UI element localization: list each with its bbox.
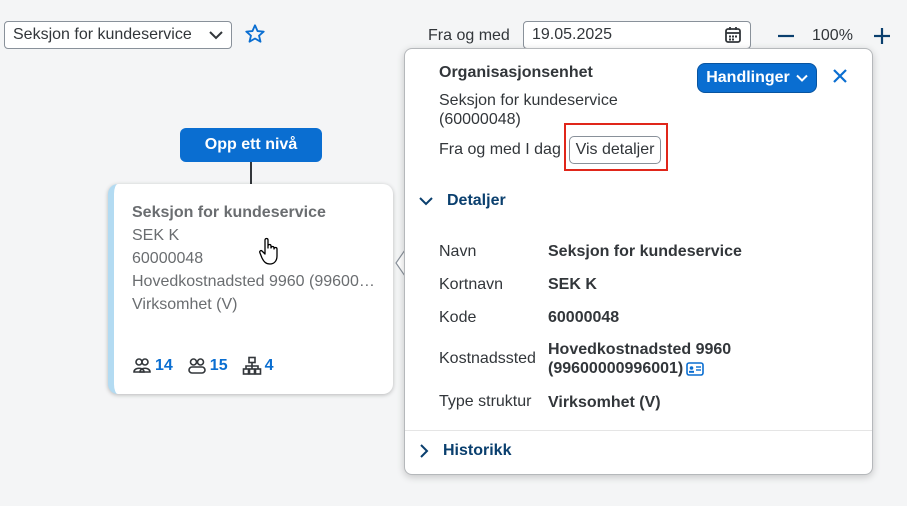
card-short-name: SEK K xyxy=(132,227,180,244)
hierarchy-icon xyxy=(242,356,261,375)
people-icon xyxy=(133,358,151,373)
details-section-toggle[interactable]: Detaljer xyxy=(419,192,506,210)
star-icon[interactable] xyxy=(244,22,266,46)
zoom-out-icon[interactable] xyxy=(776,26,796,46)
connector-line xyxy=(250,162,252,186)
card-counts: 14 15 4 xyxy=(132,356,274,376)
units-count[interactable]: 4 xyxy=(242,356,274,376)
date-label: Fra og med xyxy=(428,27,510,44)
section-divider xyxy=(405,430,872,431)
field-label-kode: Kode xyxy=(439,309,477,326)
card-cost-center: Hovedkostnadsted 9960 (99600… xyxy=(132,273,375,290)
card-code: 60000048 xyxy=(132,250,204,267)
field-value-navn: Seksjon for kundeservice xyxy=(548,243,742,260)
close-icon[interactable] xyxy=(830,66,850,86)
field-value-kode: 60000048 xyxy=(548,309,620,326)
history-section-toggle[interactable]: Historikk xyxy=(419,442,511,460)
positions-count-value: 15 xyxy=(209,357,228,374)
field-label-kortnavn: Kortnavn xyxy=(439,276,504,293)
card-type: Virksomhet (V) xyxy=(132,296,238,313)
chevron-down-icon xyxy=(796,74,808,82)
field-label-navn: Navn xyxy=(439,243,477,260)
field-label-kostnadssted: Kostnadssted xyxy=(439,350,536,367)
org-unit-card[interactable]: Seksjon for kundeservice SEK K 60000048 … xyxy=(108,184,393,394)
people-count-value: 14 xyxy=(155,357,173,374)
calendar-icon[interactable] xyxy=(724,26,742,44)
actions-button[interactable]: Handlinger xyxy=(697,63,817,93)
units-count-value: 4 xyxy=(264,357,274,374)
hand-cursor-icon xyxy=(259,237,278,265)
date-value: 19.05.2025 xyxy=(532,26,613,43)
details-section-label: Detaljer xyxy=(447,192,506,209)
field-value-type: Virksomhet (V) xyxy=(548,394,661,411)
field-label-type: Type struktur xyxy=(439,393,532,410)
positions-icon xyxy=(187,358,206,374)
chevron-down-icon xyxy=(419,197,433,206)
up-one-level-button[interactable]: Opp ett nivå xyxy=(180,128,322,162)
card-title: Seksjon for kundeservice xyxy=(132,204,326,221)
org-unit-popover: Organisasjonsenhet Seksjon for kundeserv… xyxy=(404,48,873,475)
popover-date-text: Fra og med I dag xyxy=(439,141,561,158)
org-unit-select-value: Seksjon for kundeservice xyxy=(13,26,192,43)
chevron-down-icon xyxy=(209,31,223,40)
actions-button-label: Handlinger xyxy=(706,69,790,86)
show-details-button[interactable]: Vis detaljer xyxy=(569,136,661,164)
history-section-label: Historikk xyxy=(443,442,512,459)
id-card-icon[interactable] xyxy=(686,361,705,376)
field-value-kortnavn: SEK K xyxy=(548,276,597,293)
field-value-kostnadssted-code: (99600000996001) xyxy=(548,360,684,377)
zoom-in-icon[interactable] xyxy=(872,26,892,46)
field-value-kostnadssted-line1: Hovedkostnadsted 9960 xyxy=(548,341,732,358)
field-value-kostnadssted-line2: (99600000996001) xyxy=(548,359,731,378)
date-input[interactable]: 19.05.2025 xyxy=(523,21,751,49)
chevron-right-icon xyxy=(420,444,429,458)
people-count[interactable]: 14 xyxy=(132,356,173,376)
zoom-level: 100% xyxy=(812,27,853,44)
popover-title: Organisasjonsenhet xyxy=(439,64,593,81)
field-value-kostnadssted: Hovedkostnadsted 9960 (99600000996001) xyxy=(548,340,731,378)
positions-count[interactable]: 15 xyxy=(187,356,228,376)
org-unit-select[interactable]: Seksjon for kundeservice xyxy=(4,21,232,49)
popover-unit-name-line1: Seksjon for kundeservice xyxy=(439,92,618,109)
